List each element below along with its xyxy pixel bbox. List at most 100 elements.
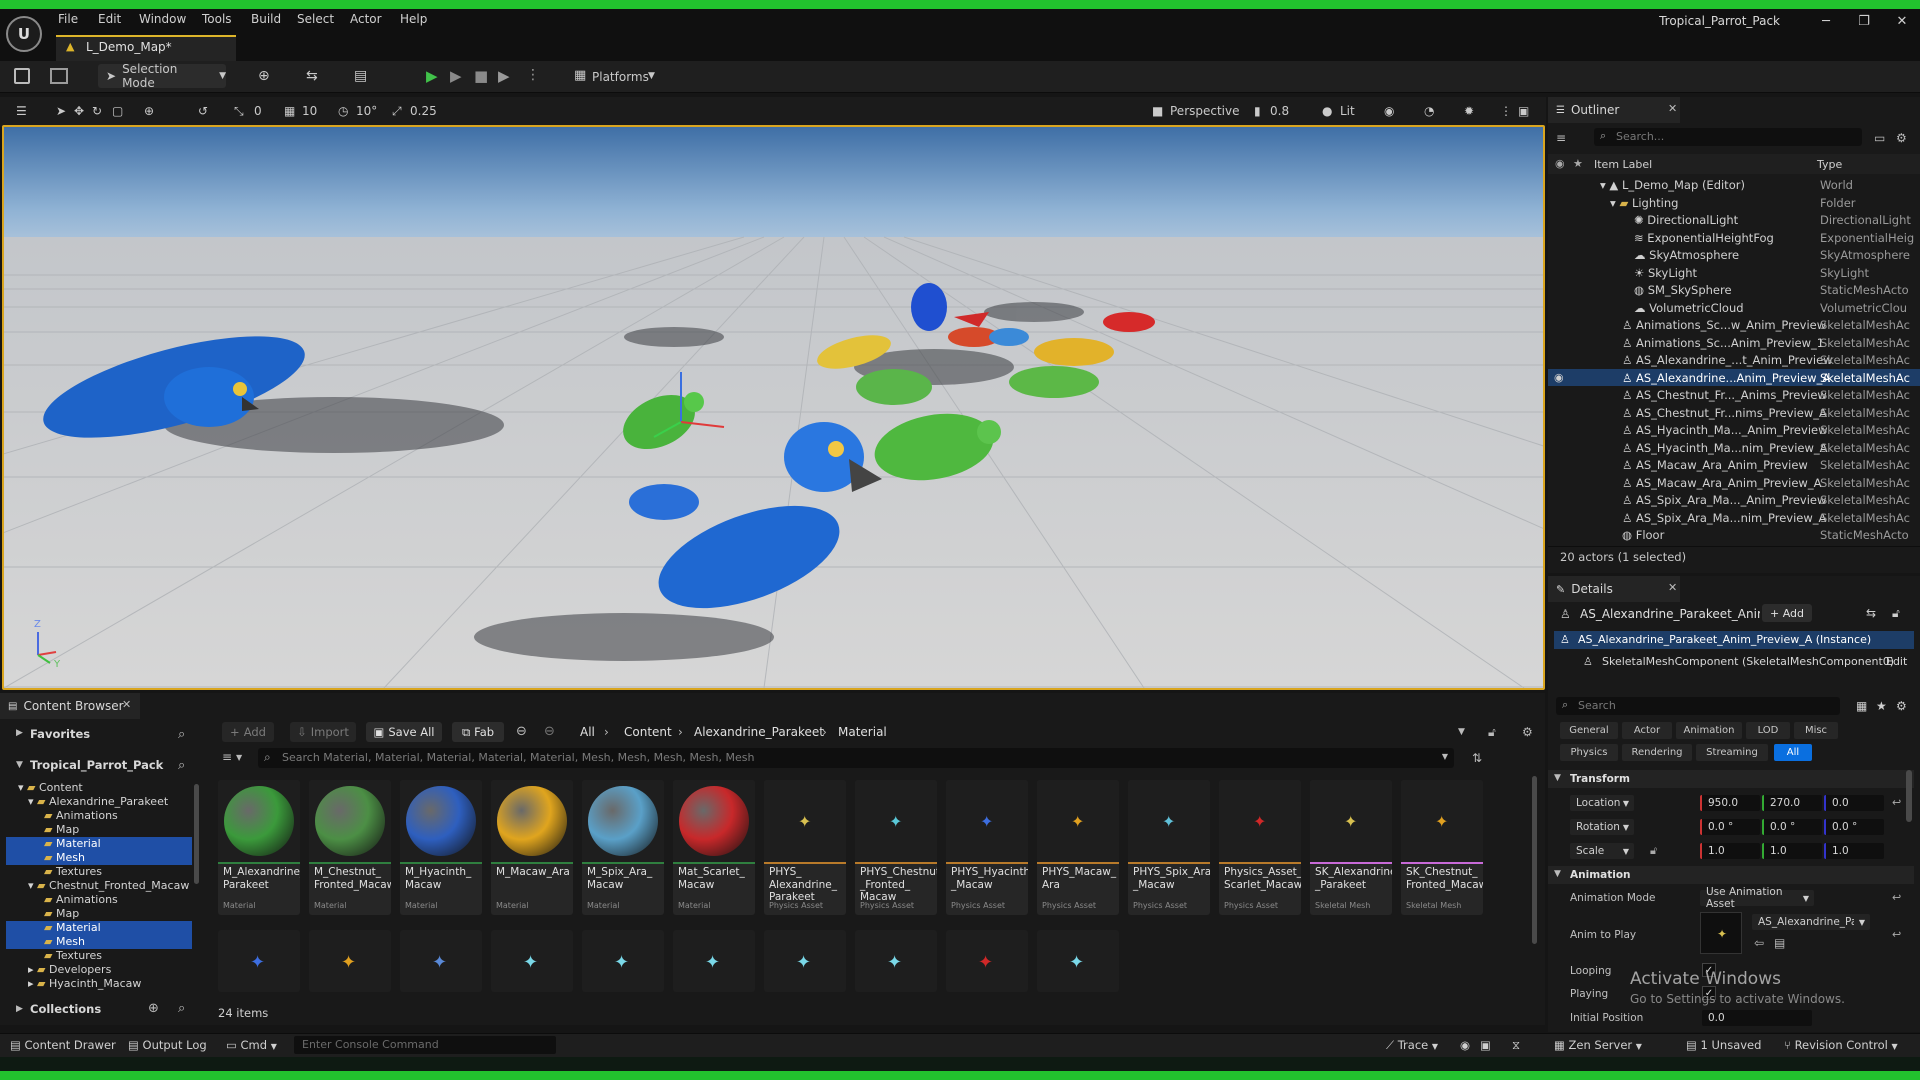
breadcrumb-alexandrine[interactable]: Alexandrine_Parakeet: [694, 725, 824, 739]
show-flags-icon[interactable]: ◉: [1384, 104, 1394, 118]
import-button[interactable]: ⇩ Import: [290, 722, 356, 742]
add-button[interactable]: + Add: [222, 722, 274, 742]
outliner-row[interactable]: ◍ SM_SkySphere StaticMeshActo: [1548, 281, 1920, 299]
asset-tile[interactable]: M_Spix_Ara_ Macaw Material: [582, 780, 664, 915]
menu-window[interactable]: Window: [139, 12, 186, 26]
lock-icon[interactable]: 🔓︎: [1892, 606, 1900, 621]
filter-icon[interactable]: ≡: [1556, 131, 1566, 145]
asset-tile[interactable]: ✦ PHYS_Spix_Ara _Macaw Physics Asset: [1128, 780, 1210, 915]
outliner-row[interactable]: ♙ Animations_Sc...Anim_Preview_1 Skeletal…: [1548, 334, 1920, 352]
asset-tile[interactable]: ✦ PHYS_Macaw_ Ara Physics Asset: [1037, 780, 1119, 915]
scale-tool-icon[interactable]: ▢: [112, 104, 123, 118]
asset-tile[interactable]: ✦: [491, 930, 573, 992]
asset-tile[interactable]: ✦ Physics_Asset_ Scarlet_Macaw Physics Ass…: [1219, 780, 1301, 915]
minimize-icon[interactable]: ─: [1812, 11, 1840, 31]
more-options-icon[interactable]: ⋮: [526, 67, 540, 83]
reset-location-icon[interactable]: ↩: [1892, 796, 1901, 809]
asset-tile[interactable]: M_Alexandrine_ Parakeet Material: [218, 780, 300, 915]
performance-icon[interactable]: ◔: [1424, 104, 1434, 118]
console-input[interactable]: Enter Console Command: [294, 1036, 556, 1054]
add-collection-icon[interactable]: ⊕: [148, 1001, 159, 1016]
collapse-project-icon[interactable]: ▼: [16, 760, 23, 770]
favorite-icon[interactable]: ★: [1876, 699, 1887, 713]
asset-tile[interactable]: ✦: [218, 930, 300, 992]
camera-speed-value[interactable]: 0.8: [1270, 104, 1289, 118]
filter-actor[interactable]: Actor: [1622, 722, 1672, 739]
browse-icon[interactable]: ▤: [1774, 936, 1785, 950]
search-dropdown-icon[interactable]: ▼: [1442, 752, 1448, 761]
world-local-icon[interactable]: ⊕: [144, 104, 154, 118]
filter-dropdown-icon[interactable]: ▼: [236, 753, 242, 762]
menu-edit[interactable]: Edit: [98, 12, 121, 26]
details-search-box[interactable]: ⌕ Search: [1556, 697, 1840, 715]
menu-file[interactable]: File: [58, 12, 78, 26]
location-dropdown[interactable]: Location ▼: [1570, 795, 1634, 811]
screenshot-icon[interactable]: ▣: [1480, 1038, 1491, 1052]
fab-button[interactable]: ⧉ Fab: [452, 722, 504, 742]
asset-search-box[interactable]: ⌕ Search Material, Material, Material, M…: [258, 748, 1454, 768]
record-icon[interactable]: ◉: [1460, 1038, 1470, 1052]
lock-browser-icon[interactable]: 🔓︎: [1488, 725, 1496, 740]
menu-build[interactable]: Build: [251, 12, 281, 26]
search-collections-icon[interactable]: ⌕: [178, 1001, 185, 1016]
menu-select[interactable]: Select: [297, 12, 334, 26]
derived-data-icon[interactable]: ⧖: [1512, 1038, 1520, 1053]
rotation-dropdown[interactable]: Rotation ▼: [1570, 819, 1634, 835]
folder-material[interactable]: ▰ Material: [44, 837, 101, 850]
outliner-row[interactable]: ♙ AS_Hyacinth_Ma..._Anim_Preview Skeletal…: [1548, 421, 1920, 439]
search-project-icon[interactable]: ⌕: [178, 758, 185, 773]
new-folder-icon[interactable]: ▭: [1874, 131, 1885, 145]
content-browser-tab[interactable]: ▤ Content Browser: [0, 693, 140, 719]
menu-actor[interactable]: Actor: [350, 12, 382, 26]
browser-settings-icon[interactable]: ⚙: [1522, 725, 1533, 739]
folder-material[interactable]: ▰ Material: [44, 921, 101, 934]
breadcrumb-material[interactable]: Material: [838, 725, 887, 739]
breadcrumb-all[interactable]: All: [580, 725, 595, 739]
breadcrumb-content[interactable]: Content: [624, 725, 672, 739]
history-forward-icon[interactable]: ⊖: [544, 724, 555, 739]
outliner-settings-icon[interactable]: ⚙: [1896, 131, 1907, 145]
property-matrix-icon[interactable]: ▦: [1856, 699, 1867, 713]
expand-favorites-icon[interactable]: ▶: [16, 728, 23, 738]
grid-snap-value[interactable]: 10: [302, 104, 317, 118]
details-settings-icon[interactable]: ⚙: [1896, 699, 1907, 713]
outliner-row[interactable]: ♙ AS_Chestnut_Fr...nims_Preview_A Skeleta…: [1548, 404, 1920, 422]
scale-y-field[interactable]: 1.0: [1762, 843, 1822, 859]
asset-tile[interactable]: M_Chestnut_ Fronted_Macaw Material: [309, 780, 391, 915]
rotation-z-field[interactable]: 0.0 °: [1824, 819, 1884, 835]
type-header[interactable]: Type: [1817, 158, 1842, 171]
folder-map[interactable]: ▰ Map: [44, 823, 79, 836]
outliner-row[interactable]: ☁ VolumetricCloud VolumetricClou: [1548, 299, 1920, 317]
viewport-options-icon[interactable]: ☰: [16, 104, 27, 118]
reset-anim-icon[interactable]: ↩: [1892, 928, 1901, 941]
trace-dropdown[interactable]: ⟋ Trace ▼: [1386, 1038, 1438, 1053]
folder-content[interactable]: ▾ ▰ Content: [18, 781, 83, 794]
asset-tile[interactable]: Mat_Scarlet_ Macaw Material: [673, 780, 755, 915]
outliner-row[interactable]: ♙ AS_Macaw_Ara_Anim_Preview_A SkeletalMes…: [1548, 474, 1920, 492]
content-drawer-button[interactable]: ▤ Content Drawer: [10, 1038, 116, 1052]
blueprint-icon[interactable]: ⇆: [306, 68, 318, 84]
visibility-icon[interactable]: ◉: [1554, 371, 1564, 384]
outliner-row[interactable]: ✺ DirectionalLight DirectionalLight: [1548, 211, 1920, 229]
folder-textures[interactable]: ▰ Textures: [44, 865, 102, 878]
asset-scrollbar[interactable]: [1532, 776, 1537, 944]
instance-row[interactable]: ♙ AS_Alexandrine_Parakeet_Anim_Preview_A…: [1554, 631, 1914, 649]
restore-icon[interactable]: ❐: [1850, 11, 1878, 31]
asset-tile[interactable]: ✦: [855, 930, 937, 992]
rotation-y-field[interactable]: 0.0 °: [1762, 819, 1822, 835]
use-selected-icon[interactable]: ⇦: [1754, 936, 1764, 950]
transform-section-header[interactable]: ▼ Transform: [1548, 770, 1914, 788]
unsaved-button[interactable]: ▤ 1 Unsaved: [1686, 1038, 1761, 1052]
expand-collections-icon[interactable]: ▶: [16, 1004, 23, 1014]
angle-snap-value[interactable]: 10°: [356, 104, 377, 118]
scale-snap-icon[interactable]: ⤢: [392, 104, 402, 119]
outliner-tab[interactable]: ☰ Outliner: [1548, 97, 1680, 123]
folder-animations[interactable]: ▰ Animations: [44, 893, 118, 906]
outliner-row[interactable]: ♙ AS_Spix_Ara_Ma...nim_Preview_A Skeletal…: [1548, 509, 1920, 527]
level-viewport[interactable]: Z Y: [4, 127, 1543, 688]
advance-frame-icon[interactable]: ▶: [450, 67, 462, 85]
outliner-row[interactable]: ♙ AS_Macaw_Ara_Anim_Preview SkeletalMeshA…: [1548, 456, 1920, 474]
outliner-row[interactable]: ◍ Floor StaticMeshActo: [1548, 526, 1920, 544]
project-section[interactable]: Tropical_Parrot_Pack: [30, 758, 163, 772]
zen-server-dropdown[interactable]: ▦ Zen Server ▼: [1554, 1038, 1642, 1052]
